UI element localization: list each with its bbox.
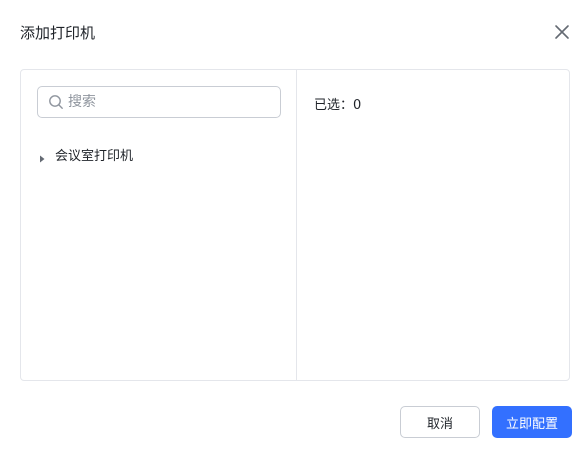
close-icon[interactable] xyxy=(552,22,572,42)
printer-picker-panel: 会议室打印机 已选：0 xyxy=(20,69,570,381)
selected-count: 已选：0 xyxy=(314,98,362,113)
add-printer-dialog: 添加打印机 会议室 xyxy=(0,0,588,457)
tree-item-label: 会议室打印机 xyxy=(55,148,134,164)
printer-tree-pane: 会议室打印机 xyxy=(21,70,297,380)
search-icon xyxy=(48,94,64,110)
configure-now-button[interactable]: 立即配置 xyxy=(492,406,572,438)
caret-right-icon[interactable] xyxy=(37,149,47,163)
search-input[interactable] xyxy=(68,94,268,110)
dialog-title: 添加打印机 xyxy=(20,24,96,42)
cancel-button[interactable]: 取消 xyxy=(400,406,480,438)
search-box[interactable] xyxy=(37,86,281,118)
tree-item-meeting-room-printers[interactable]: 会议室打印机 xyxy=(37,144,133,164)
selected-pane: 已选：0 xyxy=(297,70,569,380)
